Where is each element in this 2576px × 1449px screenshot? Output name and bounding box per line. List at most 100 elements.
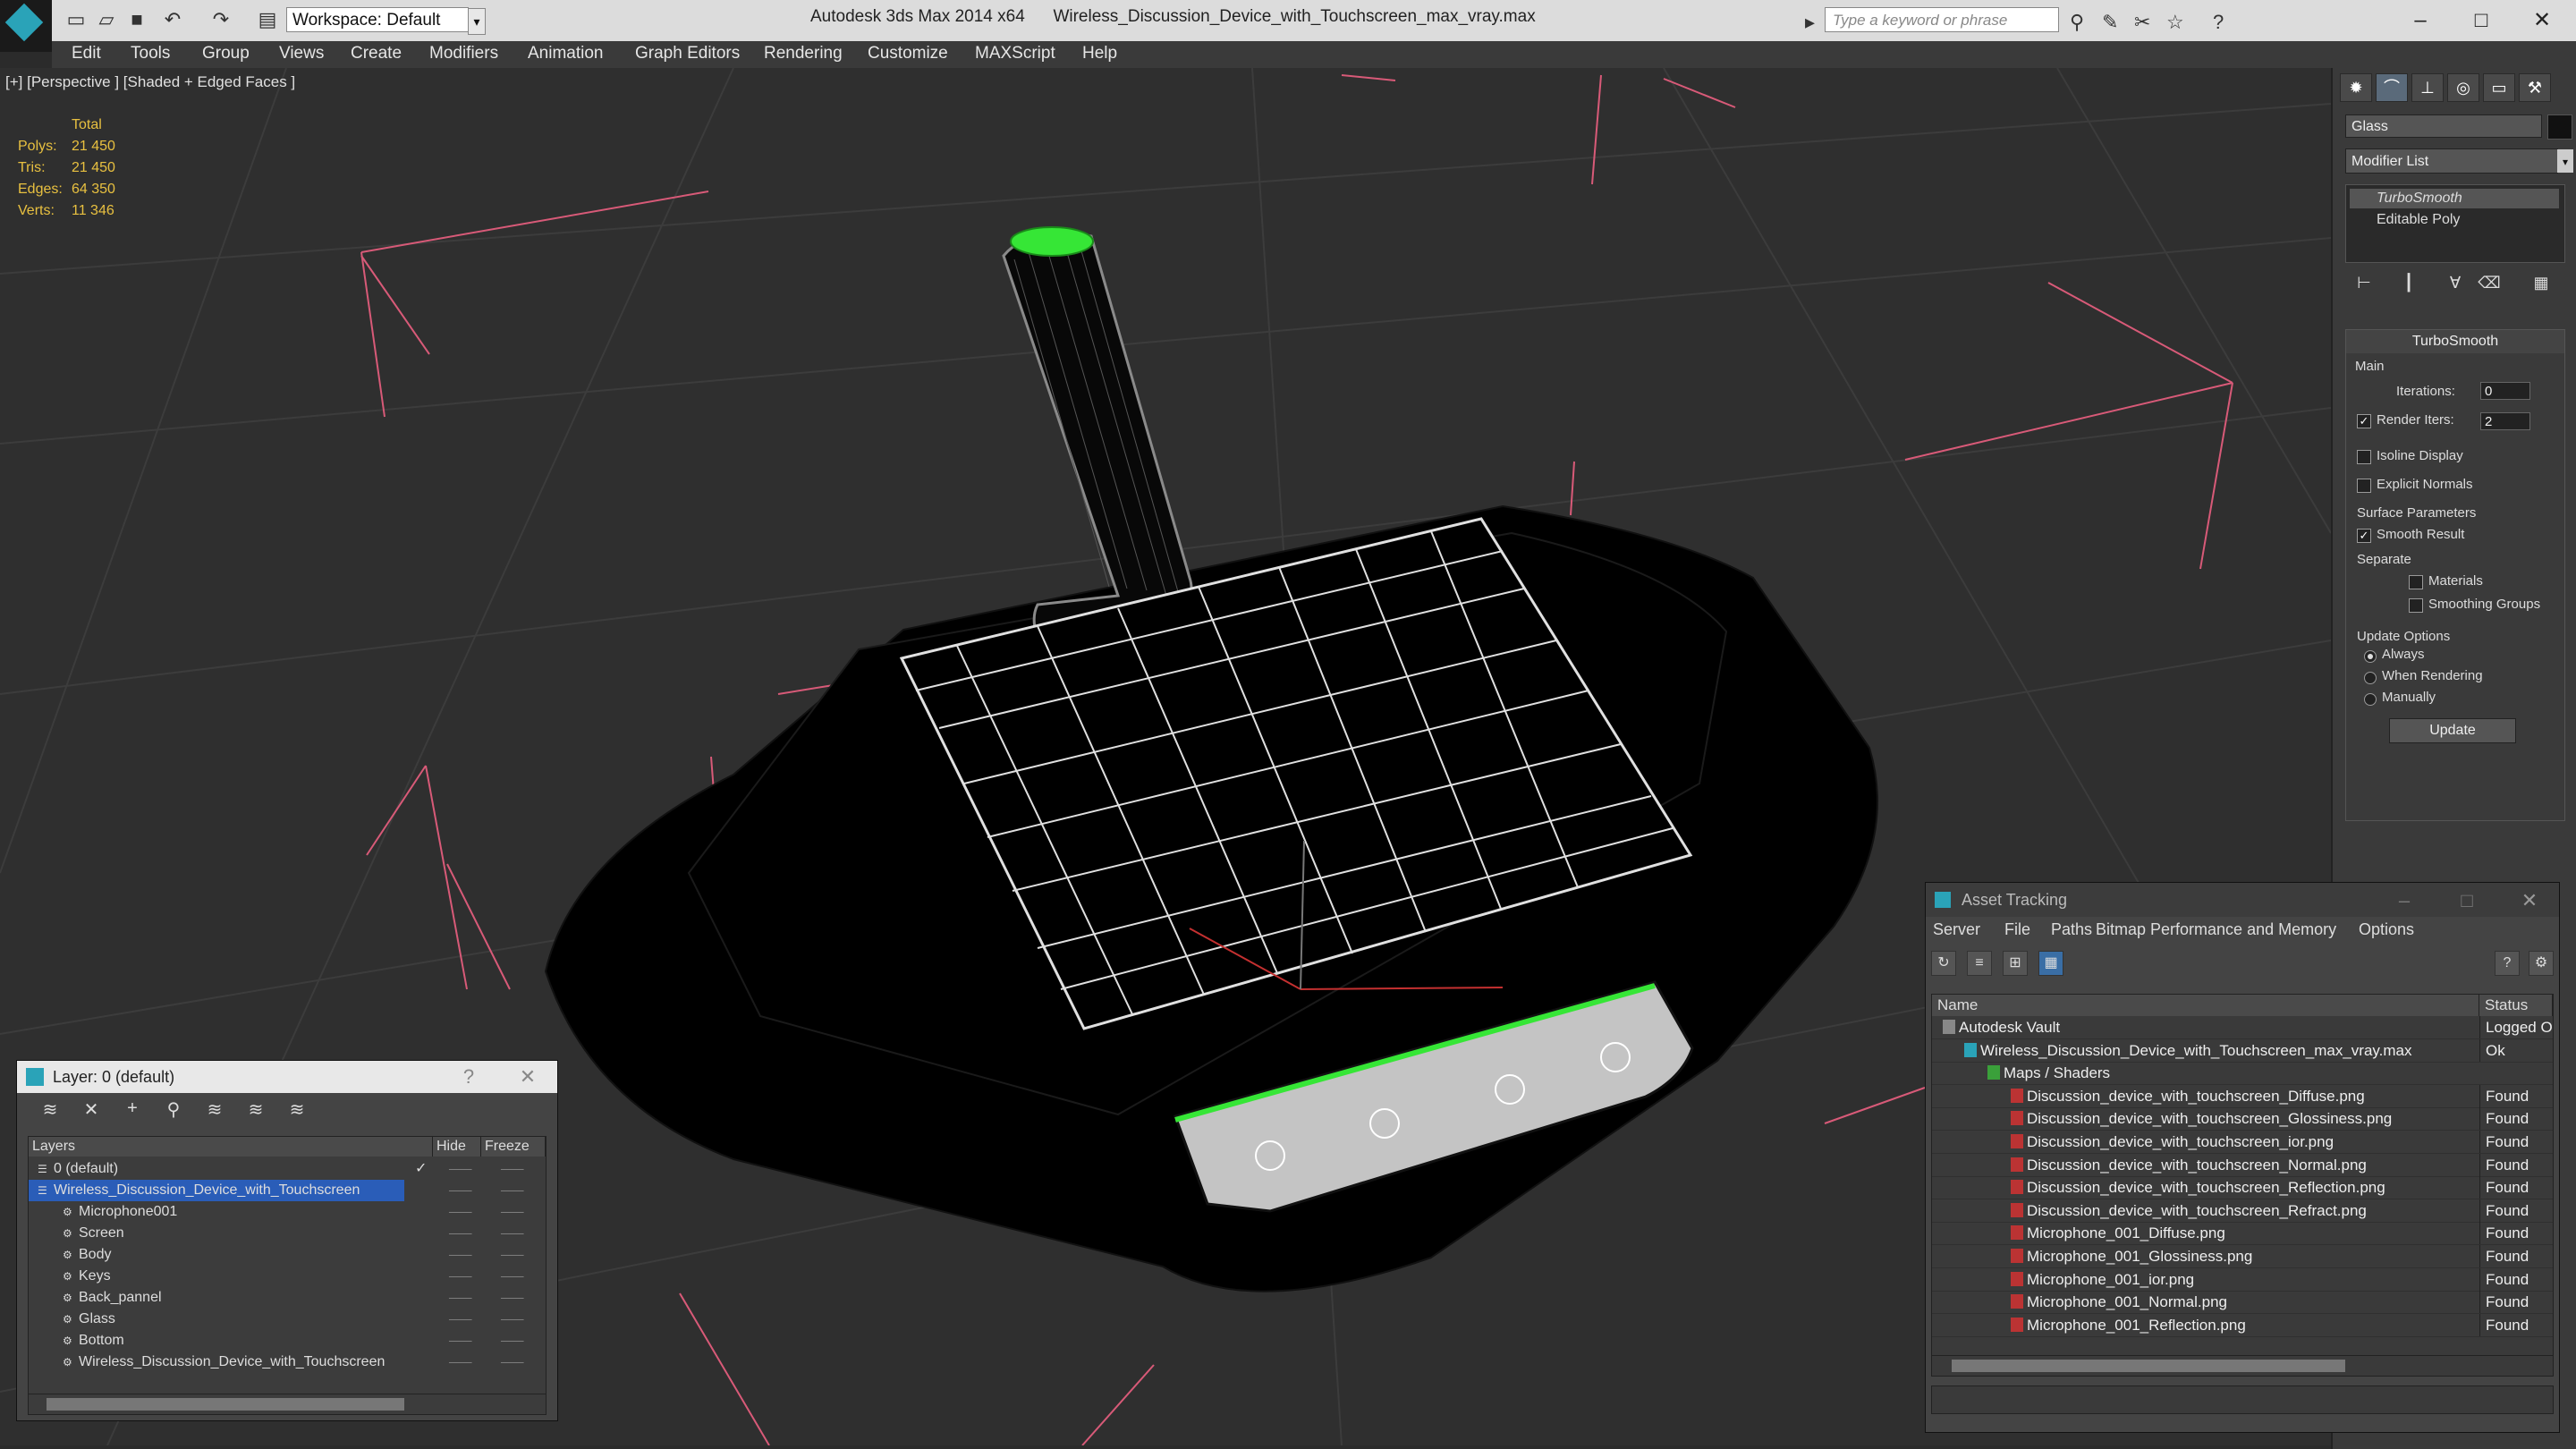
- menu-help[interactable]: Help: [1082, 44, 1117, 64]
- col-hide-header[interactable]: Hide: [433, 1137, 481, 1157]
- hierarchy-tab-icon[interactable]: ⊥: [2411, 73, 2444, 102]
- maximize-button[interactable]: □: [2463, 5, 2499, 36]
- search-input[interactable]: Type a keyword or phrase: [1825, 7, 2059, 32]
- minimize-button[interactable]: –: [2391, 885, 2418, 917]
- communication-icon[interactable]: ✎: [2102, 11, 2118, 34]
- select-objects-icon[interactable]: ⚲: [162, 1098, 185, 1120]
- help-icon[interactable]: ?: [2495, 951, 2520, 976]
- scroll-thumb[interactable]: [47, 1398, 404, 1411]
- asset-row[interactable]: Discussion_device_with_touchscreen_Refra…: [1932, 1199, 2553, 1223]
- hide-toggle[interactable]: ───: [449, 1266, 472, 1287]
- layer-row[interactable]: ⚙ Screen ─── ───: [29, 1223, 546, 1244]
- chevron-down-icon[interactable]: ▾: [468, 8, 486, 35]
- show-end-result-icon[interactable]: ┃: [2397, 274, 2420, 297]
- minimize-button[interactable]: –: [2402, 5, 2438, 36]
- expand-arrow-icon[interactable]: ▸: [1805, 11, 1815, 34]
- stack-item-turbosmooth[interactable]: TurboSmooth: [2350, 189, 2559, 208]
- delete-layer-icon[interactable]: ✕: [80, 1098, 103, 1120]
- configure-sets-icon[interactable]: ▦: [2529, 274, 2553, 297]
- layer-row[interactable]: ☰ 0 (default) ─── ─── ✓: [29, 1158, 546, 1180]
- save-icon[interactable]: ■: [125, 9, 148, 30]
- asset-menu-options[interactable]: Options: [2359, 920, 2414, 939]
- update-button[interactable]: Update: [2389, 718, 2516, 743]
- project-folder-icon[interactable]: ▤: [256, 9, 279, 30]
- open-file-icon[interactable]: ▱: [95, 9, 118, 30]
- remove-modifier-icon[interactable]: ⌫: [2478, 274, 2501, 297]
- table-view-icon[interactable]: ▦: [2038, 951, 2063, 976]
- rollout-title[interactable]: TurboSmooth: [2346, 330, 2564, 353]
- list-view-icon[interactable]: ≡: [1967, 951, 1992, 976]
- hide-toggle[interactable]: ───: [449, 1309, 472, 1330]
- freeze-all-icon[interactable]: ≋: [285, 1098, 309, 1120]
- motion-tab-icon[interactable]: ◎: [2447, 73, 2479, 102]
- add-layer-icon[interactable]: +: [121, 1098, 144, 1120]
- help-icon[interactable]: ?: [2213, 11, 2224, 34]
- display-tab-icon[interactable]: ▭: [2483, 73, 2515, 102]
- refresh-icon[interactable]: ↻: [1931, 951, 1956, 976]
- object-name-input[interactable]: Glass: [2345, 114, 2542, 138]
- layer-row[interactable]: ⚙ Body ─── ───: [29, 1244, 546, 1266]
- close-icon[interactable]: ✕: [514, 1061, 541, 1093]
- close-button[interactable]: ✕: [2516, 885, 2543, 917]
- smooth-result-checkbox[interactable]: ✓: [2357, 529, 2371, 543]
- menu-edit[interactable]: Edit: [72, 44, 101, 64]
- app-logo-icon[interactable]: [0, 0, 52, 52]
- asset-scrollbar[interactable]: [1931, 1355, 2554, 1377]
- layer-row[interactable]: ⚙ Keys ─── ───: [29, 1266, 546, 1287]
- asset-menu-server[interactable]: Server: [1933, 920, 1980, 939]
- stack-item-editable-poly[interactable]: Editable Poly: [2350, 210, 2559, 230]
- asset-row[interactable]: Maps / Shaders: [1932, 1062, 2553, 1086]
- menu-animation[interactable]: Animation: [528, 44, 604, 64]
- freeze-toggle[interactable]: ───: [501, 1266, 524, 1287]
- freeze-toggle[interactable]: ───: [501, 1201, 524, 1223]
- highlight-layer-icon[interactable]: ≋: [203, 1098, 226, 1120]
- hide-all-icon[interactable]: ≋: [244, 1098, 267, 1120]
- iterations-spinner[interactable]: 0: [2480, 382, 2530, 400]
- maximize-button[interactable]: □: [2453, 885, 2480, 917]
- asset-row[interactable]: Microphone_001_Normal.png Found: [1932, 1291, 2553, 1315]
- asset-row[interactable]: Microphone_001_Glossiness.png Found: [1932, 1245, 2553, 1268]
- close-button[interactable]: ✕: [2524, 5, 2560, 36]
- layer-row[interactable]: ⚙ Glass ─── ───: [29, 1309, 546, 1330]
- asset-row[interactable]: Autodesk Vault Logged O: [1932, 1016, 2553, 1039]
- asset-row[interactable]: Discussion_device_with_touchscreen_Diffu…: [1932, 1084, 2553, 1108]
- isoline-display-checkbox[interactable]: [2357, 450, 2371, 464]
- layer-row[interactable]: ⚙ Wireless_Discussion_Device_with_Touchsc…: [29, 1352, 546, 1373]
- menu-maxscript[interactable]: MAXScript: [975, 44, 1055, 64]
- settings-icon[interactable]: ⚙: [2529, 951, 2554, 976]
- col-layers-header[interactable]: Layers: [29, 1137, 433, 1157]
- explicit-normals-checkbox[interactable]: [2357, 479, 2371, 493]
- freeze-toggle[interactable]: ───: [501, 1287, 524, 1309]
- hide-toggle[interactable]: ───: [449, 1330, 472, 1352]
- chevron-down-icon[interactable]: ▾: [2557, 149, 2573, 173]
- layer-row[interactable]: ☰ Wireless_Discussion_Device_with_Touchsc…: [29, 1180, 524, 1201]
- menu-rendering[interactable]: Rendering: [764, 44, 843, 64]
- asset-row[interactable]: Discussion_device_with_touchscreen_Refle…: [1932, 1176, 2553, 1200]
- asset-row[interactable]: Microphone_001_Diffuse.png Found: [1932, 1222, 2553, 1246]
- asset-row[interactable]: Discussion_device_with_touchscreen_Gloss…: [1932, 1107, 2553, 1131]
- asset-row[interactable]: Microphone_001_Reflection.png Found: [1932, 1313, 2553, 1337]
- menu-views[interactable]: Views: [279, 44, 324, 64]
- hide-toggle[interactable]: ───: [449, 1223, 472, 1244]
- workspace-dropdown[interactable]: Workspace: Default ▾: [286, 7, 486, 35]
- modifier-list-dropdown[interactable]: Modifier List ▾: [2345, 148, 2573, 174]
- hide-toggle[interactable]: ───: [449, 1244, 472, 1266]
- freeze-toggle[interactable]: ───: [501, 1180, 524, 1201]
- always-radio[interactable]: [2364, 650, 2377, 663]
- redo-icon[interactable]: ↷: [209, 9, 233, 30]
- freeze-toggle[interactable]: ───: [501, 1158, 524, 1180]
- object-color-swatch[interactable]: [2547, 114, 2572, 140]
- freeze-toggle[interactable]: ───: [501, 1309, 524, 1330]
- manually-radio[interactable]: [2364, 693, 2377, 706]
- menu-graph-editors[interactable]: Graph Editors: [635, 44, 740, 64]
- viewport-label[interactable]: [+] [Perspective ] [Shaded + Edged Faces…: [5, 73, 295, 91]
- render-iters-checkbox[interactable]: ✓: [2357, 414, 2371, 428]
- asset-menu-file[interactable]: File: [2004, 920, 2030, 939]
- freeze-toggle[interactable]: ───: [501, 1330, 524, 1352]
- utilities-tab-icon[interactable]: ⚒: [2519, 73, 2551, 102]
- layer-scrollbar[interactable]: [28, 1394, 547, 1415]
- freeze-toggle[interactable]: ───: [501, 1223, 524, 1244]
- hide-toggle[interactable]: ───: [449, 1352, 472, 1373]
- menu-tools[interactable]: Tools: [131, 44, 170, 64]
- menu-create[interactable]: Create: [351, 44, 402, 64]
